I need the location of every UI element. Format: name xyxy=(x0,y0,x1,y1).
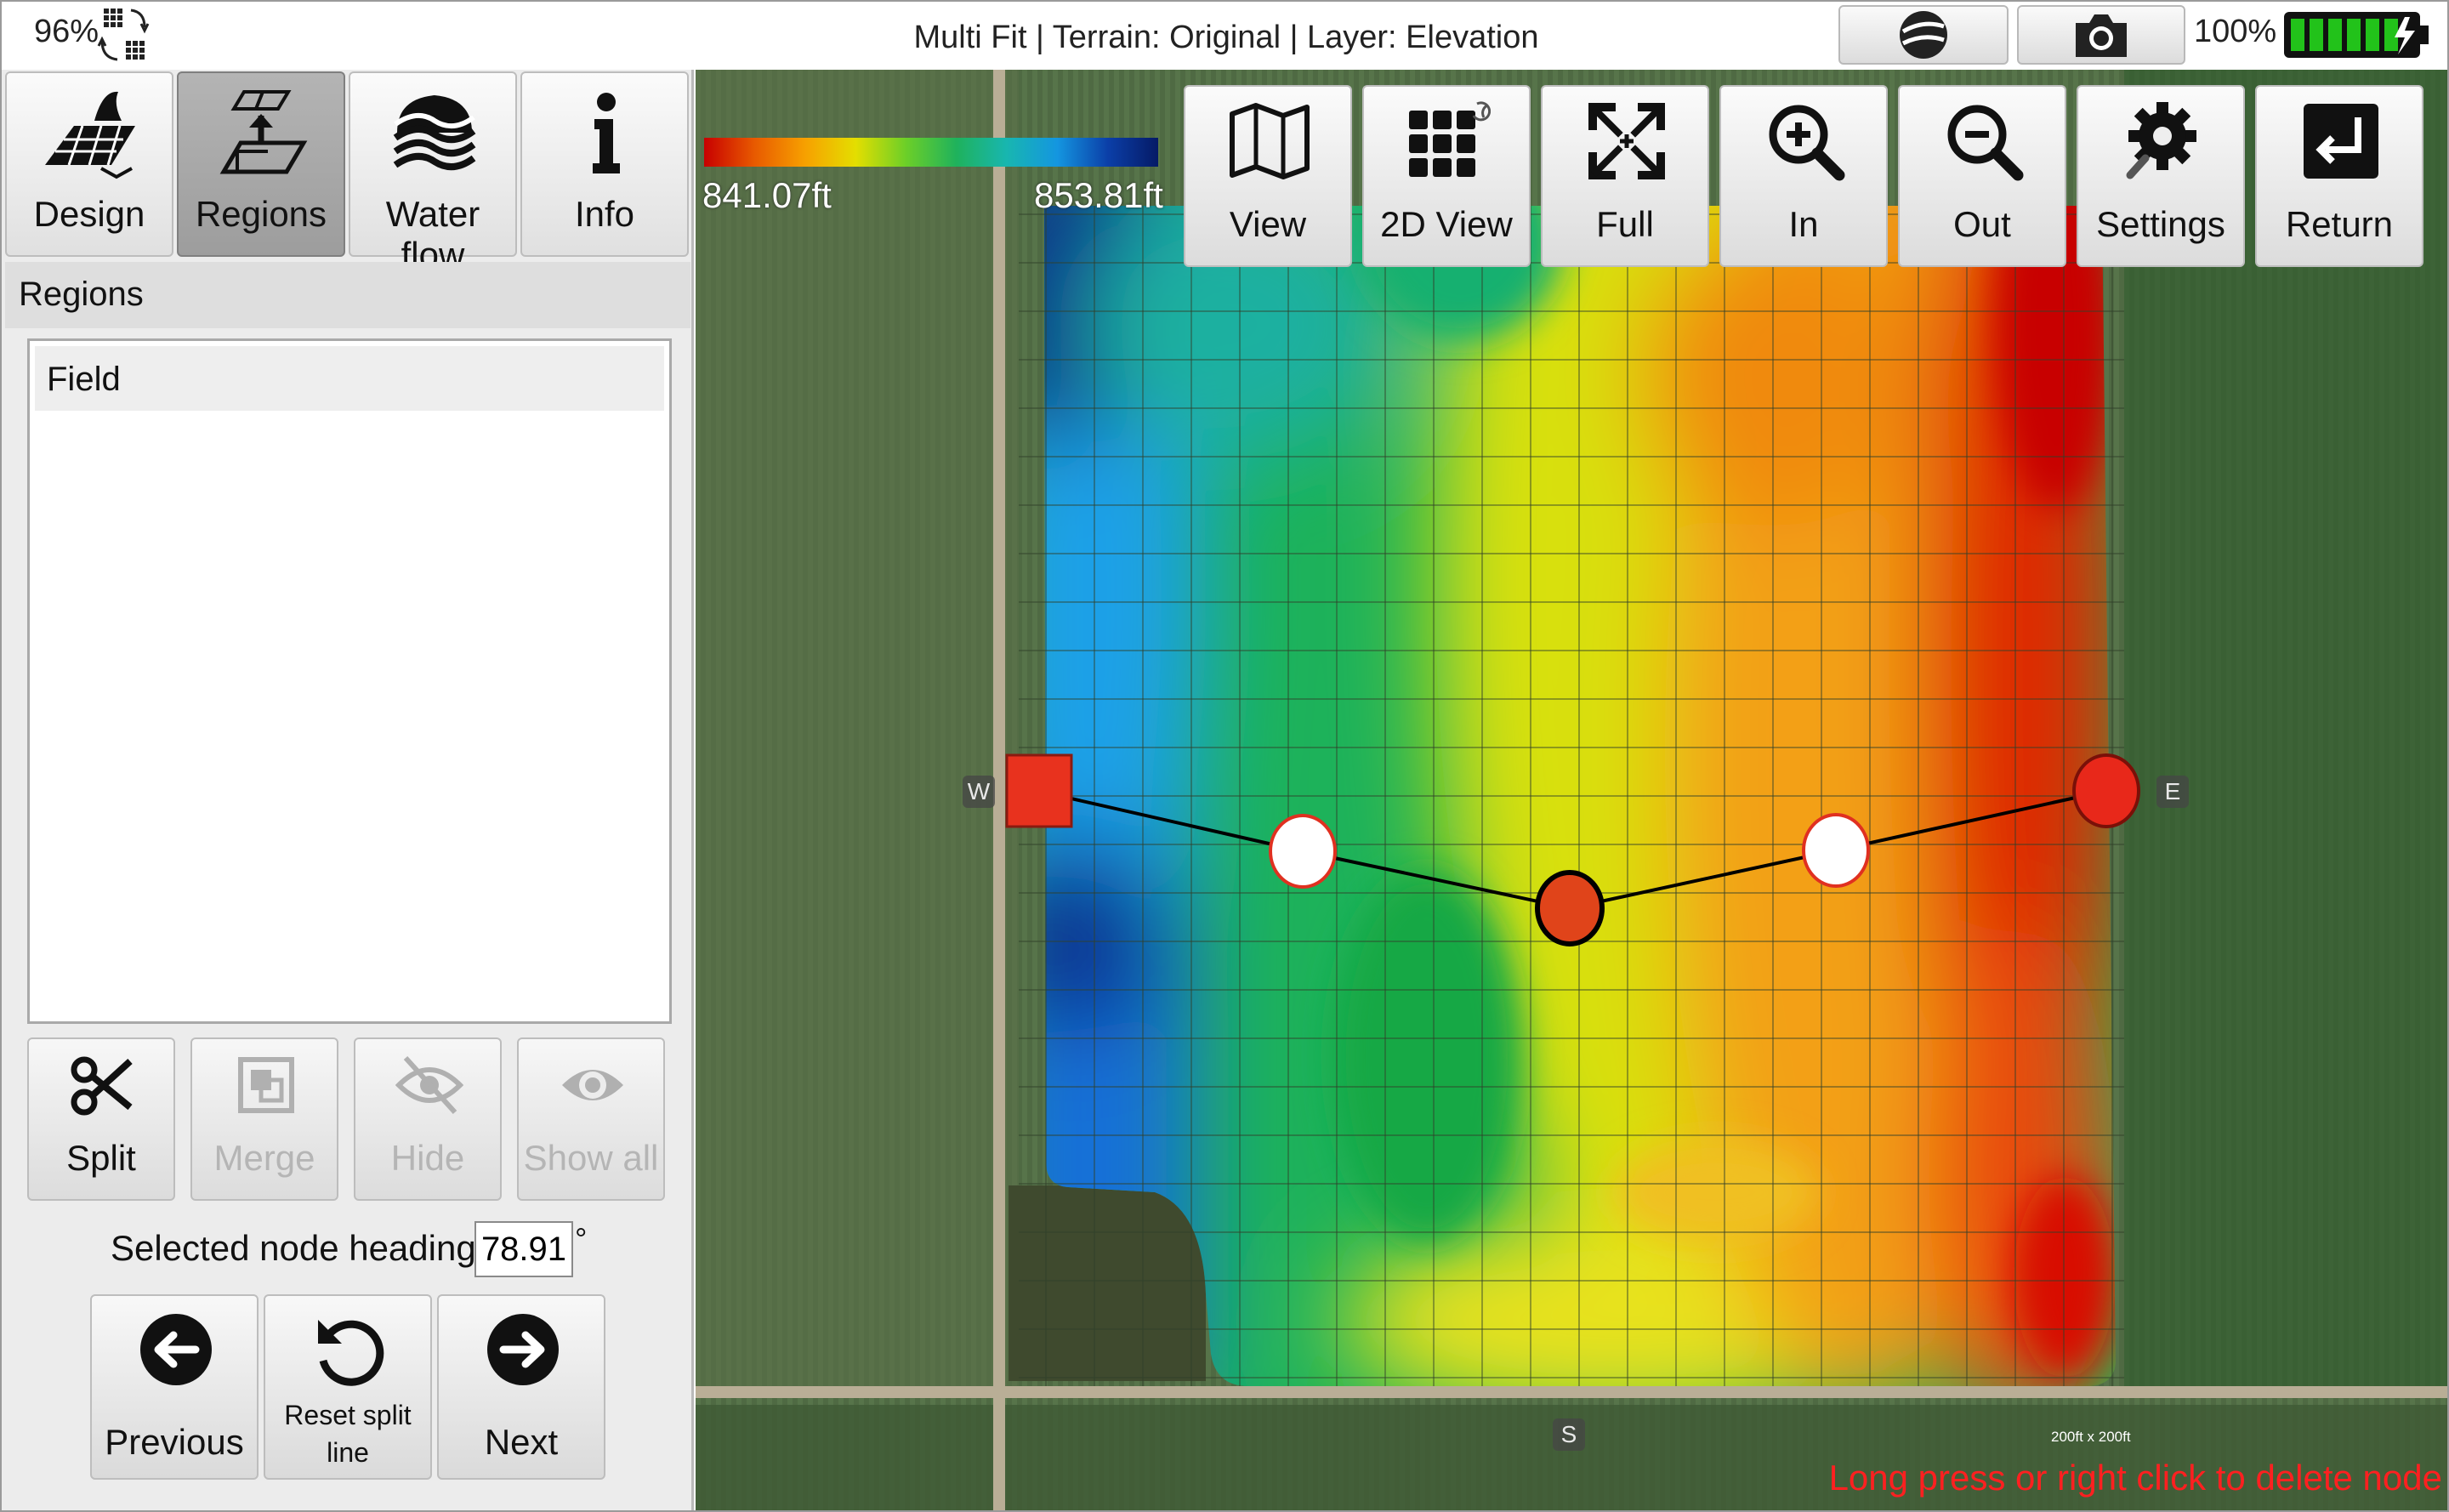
gps-signal-icon xyxy=(97,9,150,61)
field-west xyxy=(696,70,1019,1396)
battery-cell xyxy=(2366,19,2379,51)
water-flow-icon xyxy=(393,95,476,170)
2d-view-button[interactable]: 2D View xyxy=(1362,85,1531,267)
camera-icon xyxy=(2076,14,2127,57)
hint-text: Long press or right click to delete node xyxy=(1828,1458,2442,1498)
elevation-legend-bar xyxy=(704,138,1158,167)
node-heading-label: Selected node heading: xyxy=(111,1228,486,1268)
globe-icon xyxy=(1900,11,1947,59)
node-heading-input[interactable] xyxy=(474,1221,573,1277)
settings-button[interactable]: Settings xyxy=(2077,85,2245,267)
view-button[interactable]: View xyxy=(1184,85,1352,267)
settings-label: Settings xyxy=(2096,204,2225,244)
tab-regions-label: Regions xyxy=(195,194,327,234)
hide-label: Hide xyxy=(390,1138,465,1178)
hide-eye-icon xyxy=(395,1055,463,1115)
globe-button[interactable] xyxy=(1838,5,2009,65)
tab-water-flow[interactable]: Water flow xyxy=(349,71,517,275)
zoom-in-button[interactable]: In xyxy=(1719,85,1888,267)
battery-cell xyxy=(2328,19,2342,51)
map-view[interactable]: 841.07ft 853.81ft W E S 200ft x 200ft Vi… xyxy=(696,70,2447,1510)
previous-label: Previous xyxy=(105,1422,244,1462)
signal-percent: 96% xyxy=(34,14,99,49)
hide-button[interactable]: Hide xyxy=(354,1037,502,1201)
regions-header: Regions xyxy=(5,262,690,328)
merge-button[interactable]: Merge xyxy=(190,1037,338,1201)
node-heading-row: Selected node heading: ° xyxy=(2,1214,694,1282)
legend-min-label: 841.07ft xyxy=(702,175,832,215)
return-label: Return xyxy=(2285,204,2394,244)
arrow-left-circle-icon xyxy=(140,1314,212,1385)
return-button[interactable]: Return xyxy=(2255,85,2423,267)
show-all-label: Show all xyxy=(523,1138,659,1178)
zoom-in-icon xyxy=(1769,105,1845,181)
zoom-out-icon xyxy=(1947,105,2024,181)
battery-cell xyxy=(2347,19,2361,51)
show-all-button[interactable]: Show all xyxy=(517,1037,665,1201)
split-midpoint-node[interactable] xyxy=(1269,814,1337,889)
regions-icon xyxy=(219,90,308,174)
compass-east: E xyxy=(2156,776,2189,808)
tab-design[interactable]: Design xyxy=(5,71,173,257)
reset-split-line-button[interactable]: Reset split line xyxy=(264,1294,432,1480)
battery-percent: 100% xyxy=(2194,14,2277,49)
grid-scale-label: 200ft x 200ft xyxy=(2051,1429,2131,1445)
road-west xyxy=(993,70,1005,1510)
merge-icon xyxy=(238,1057,294,1113)
return-icon xyxy=(2304,104,2378,179)
zoom-in-label: In xyxy=(1788,204,1819,244)
split-label: Split xyxy=(66,1138,136,1178)
full-extent-icon xyxy=(1588,103,1665,179)
map-view-icon xyxy=(1230,103,1310,179)
info-icon xyxy=(593,93,620,173)
battery-cell xyxy=(2291,19,2304,51)
scissors-icon xyxy=(71,1056,133,1116)
compass-south: S xyxy=(1553,1418,1585,1451)
2d-view-label: 2D View xyxy=(1380,204,1513,244)
degree-unit: ° xyxy=(575,1221,588,1256)
legend-max-label: 853.81ft xyxy=(1034,175,1163,215)
list-item[interactable]: Field xyxy=(35,346,664,411)
tab-info-label: Info xyxy=(574,194,635,234)
app-window: Multi Fit | Terrain: Original | Layer: E… xyxy=(0,0,2449,1512)
regions-header-label: Regions xyxy=(19,276,144,313)
next-label: Next xyxy=(484,1422,559,1462)
grid-2d-icon xyxy=(1409,101,1491,177)
compass-west: W xyxy=(963,776,995,808)
split-midpoint-node[interactable] xyxy=(1802,813,1870,888)
tree-grove xyxy=(1009,1185,1206,1381)
reset-label: Reset split line xyxy=(284,1400,412,1468)
title-bar: Multi Fit | Terrain: Original | Layer: E… xyxy=(2,2,2447,70)
split-button[interactable]: Split xyxy=(27,1037,175,1201)
battery-cell xyxy=(2310,19,2323,51)
design-icon xyxy=(45,91,135,179)
tab-design-label: Design xyxy=(33,194,145,234)
eye-icon xyxy=(562,1070,623,1100)
settings-gear-icon xyxy=(2126,102,2196,179)
previous-button[interactable]: Previous xyxy=(90,1294,259,1480)
zoom-out-button[interactable]: Out xyxy=(1898,85,2066,267)
camera-button[interactable] xyxy=(2017,5,2185,65)
full-extent-button[interactable]: Full xyxy=(1541,85,1709,267)
split-node-start[interactable] xyxy=(1005,753,1073,828)
zoom-out-label: Out xyxy=(1953,204,2011,244)
region-list[interactable]: Field xyxy=(27,338,672,1024)
battery-charging-icon xyxy=(2284,12,2429,58)
split-node-end[interactable] xyxy=(2072,753,2140,828)
road-south xyxy=(696,1386,2447,1398)
next-button[interactable]: Next xyxy=(437,1294,605,1480)
split-node-selected[interactable] xyxy=(1535,870,1605,946)
tab-regions[interactable]: Regions xyxy=(177,71,345,257)
left-panel: Design Regions Water flow Info Regions F… xyxy=(2,70,694,1510)
full-label: Full xyxy=(1596,204,1654,244)
tab-info[interactable]: Info xyxy=(520,71,689,257)
arrow-right-circle-icon xyxy=(487,1314,559,1385)
reset-icon xyxy=(318,1320,384,1386)
view-label: View xyxy=(1229,204,1307,244)
merge-label: Merge xyxy=(213,1138,315,1178)
field-east xyxy=(2124,70,2447,1396)
